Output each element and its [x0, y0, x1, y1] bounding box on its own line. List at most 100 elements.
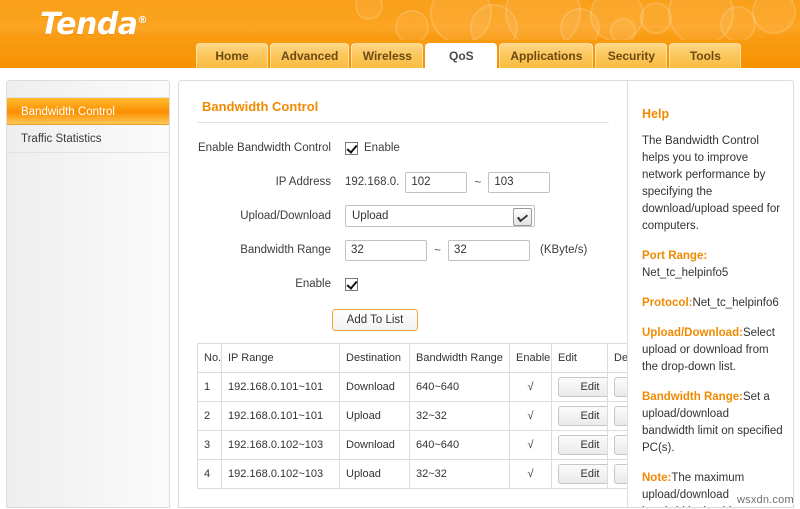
label-upload-download: Upload/Download [240, 210, 331, 222]
help-panel: Help The Bandwidth Control helps you to … [627, 81, 793, 507]
help-paragraph-protocol: Protocol:Net_tc_helpinfo6 [642, 295, 783, 312]
table-header-row: No. IP Range Destination Bandwidth Range… [197, 343, 627, 373]
cell-ip-range: 192.168.0.102~103 [221, 430, 340, 460]
form-row-upload-download: Upload/Download Upload [195, 205, 627, 227]
delete-button[interactable]: Delete [614, 406, 627, 426]
help-key-upload-download: Upload/Download: [642, 327, 743, 339]
cell-enable-check: √ [509, 459, 552, 489]
help-paragraph-intro: The Bandwidth Control helps you to impro… [642, 133, 783, 235]
content-panel: Bandwidth Control Enable Bandwidth Contr… [178, 80, 794, 508]
cell-delete: Delete [607, 372, 627, 402]
cell-ip-range: 192.168.0.102~103 [221, 459, 340, 489]
bandwidth-end-input[interactable] [448, 239, 531, 261]
table-row: 1 192.168.0.101~101 Download 640~640 √ E… [197, 372, 627, 402]
edit-button[interactable]: Edit [558, 377, 607, 397]
tab-security[interactable]: Security [595, 43, 668, 68]
enable-checkbox[interactable] [345, 277, 358, 291]
cell-bandwidth: 32~32 [409, 401, 510, 431]
cell-destination: Download [339, 430, 410, 460]
ip-end-input[interactable] [488, 171, 551, 193]
label-enable-bandwidth-control: Enable Bandwidth Control [198, 142, 331, 154]
tab-tools[interactable]: Tools [669, 43, 742, 68]
sidebar: Bandwidth Control Traffic Statistics [6, 80, 170, 508]
col-header-delete: Delete [607, 343, 627, 373]
tab-wireless[interactable]: Wireless [351, 43, 424, 68]
cell-no: 2 [197, 401, 222, 431]
help-key-protocol: Protocol: [642, 297, 693, 309]
sidebar-item-bandwidth-control[interactable]: Bandwidth Control [7, 97, 169, 125]
table-row: 2 192.168.0.101~101 Upload 32~32 √ Edit … [197, 401, 627, 431]
cell-delete: Delete [607, 459, 627, 489]
form-row-enable: Enable [195, 273, 627, 295]
cell-enable-check: √ [509, 430, 552, 460]
main-nav-tabs: Home Advanced Wireless QoS Applications … [0, 40, 800, 68]
cell-delete: Delete [607, 430, 627, 460]
cell-enable-check: √ [509, 372, 552, 402]
bandwidth-range-separator: ~ [434, 243, 442, 257]
cell-no: 3 [197, 430, 222, 460]
sidebar-item-traffic-statistics[interactable]: Traffic Statistics [7, 125, 169, 153]
page-title: Bandwidth Control [202, 99, 319, 114]
label-ip-address: IP Address [275, 176, 331, 188]
tab-qos[interactable]: QoS [425, 43, 498, 68]
label-enable: Enable [295, 278, 331, 290]
delete-button[interactable]: Delete [614, 464, 627, 484]
field-ip-address: 192.168.0. ~ [345, 171, 551, 193]
delete-button[interactable]: Delete [614, 435, 627, 455]
field-bandwidth-range: ~ (KByte/s) [345, 239, 587, 261]
col-header-edit: Edit [551, 343, 608, 373]
field-enable [345, 277, 358, 291]
label-bandwidth-range: Bandwidth Range [240, 244, 331, 256]
tab-advanced[interactable]: Advanced [270, 43, 350, 68]
cell-edit: Edit [551, 372, 608, 402]
ip-range-separator: ~ [474, 175, 482, 189]
bandwidth-start-input[interactable] [345, 239, 427, 261]
tab-home[interactable]: Home [196, 43, 268, 68]
delete-button[interactable]: Delete [614, 377, 627, 397]
ip-prefix-text: 192.168.0. [345, 176, 400, 188]
col-header-ip-range: IP Range [221, 343, 340, 373]
upload-download-select-wrapper: Upload [345, 205, 535, 227]
cell-destination: Download [339, 372, 410, 402]
chevron-down-icon[interactable] [513, 208, 532, 226]
watermark: wsxdn.com [737, 494, 794, 506]
field-upload-download: Upload [345, 205, 535, 227]
help-key-bandwidth-range: Bandwidth Range: [642, 391, 743, 403]
upload-download-select[interactable]: Upload [345, 205, 535, 227]
help-text-intro: The Bandwidth Control helps you to impro… [642, 135, 781, 232]
cell-bandwidth: 640~640 [409, 430, 510, 460]
table-row: 4 192.168.0.102~103 Upload 32~32 √ Edit … [197, 459, 627, 489]
cell-destination: Upload [339, 459, 410, 489]
cell-bandwidth: 640~640 [409, 372, 510, 402]
tab-applications[interactable]: Applications [499, 43, 594, 68]
cell-no: 1 [197, 372, 222, 402]
registered-mark: ® [137, 15, 148, 26]
cell-enable-check: √ [509, 401, 552, 431]
enable-bandwidth-control-checkbox[interactable] [345, 141, 358, 155]
cell-bandwidth: 32~32 [409, 459, 510, 489]
cell-no: 4 [197, 459, 222, 489]
help-text-protocol: Net_tc_helpinfo6 [692, 297, 779, 309]
main-column: Bandwidth Control Enable Bandwidth Contr… [179, 81, 627, 507]
col-header-bandwidth: Bandwidth Range [409, 343, 510, 373]
edit-button[interactable]: Edit [558, 464, 607, 484]
tenda-logo: Tenda® [40, 6, 148, 40]
ip-start-input[interactable] [405, 171, 468, 193]
field-enable-bandwidth-control: Enable [345, 141, 400, 155]
enable-bandwidth-control-checkbox-label: Enable [364, 142, 400, 154]
cell-destination: Upload [339, 401, 410, 431]
edit-button[interactable]: Edit [558, 435, 607, 455]
table-body: 1 192.168.0.101~101 Download 640~640 √ E… [197, 372, 627, 489]
add-to-list-button[interactable]: Add To List [331, 309, 419, 331]
cell-edit: Edit [551, 459, 608, 489]
help-paragraph-bandwidth-range: Bandwidth Range:Set a upload/download ba… [642, 389, 783, 457]
help-paragraph-upload-download: Upload/Download:Select upload or downloa… [642, 325, 783, 376]
help-paragraph-port-range: Port Range: Net_tc_helpinfo5 [642, 248, 783, 282]
col-header-no: No. [197, 343, 222, 373]
help-key-note: Note: [642, 472, 672, 484]
page-body: Bandwidth Control Traffic Statistics Ban… [0, 68, 800, 509]
edit-button[interactable]: Edit [558, 406, 607, 426]
help-key-port-range: Port Range: [642, 250, 708, 262]
table-head: No. IP Range Destination Bandwidth Range… [197, 343, 627, 373]
app-header: Tenda® [0, 0, 800, 40]
